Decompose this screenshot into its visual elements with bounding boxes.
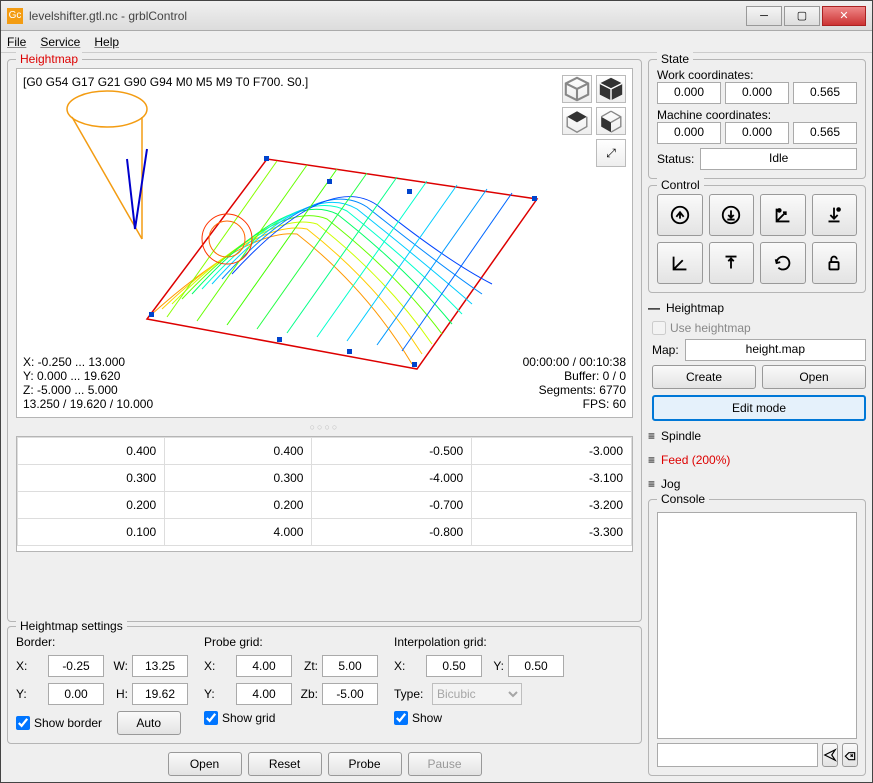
console-output[interactable]: [657, 512, 857, 739]
fit-view-button[interactable]: ⤢: [596, 139, 626, 167]
pause-button[interactable]: Pause: [408, 752, 482, 776]
table-row[interactable]: 0.1004.000-0.800-3.300: [18, 519, 632, 546]
work-x: 0.000: [657, 82, 721, 104]
collapse-icon[interactable]: ≡: [648, 477, 655, 491]
gcode-status-line: [G0 G54 G17 G21 G90 G94 M0 M5 M9 T0 F700…: [23, 75, 626, 89]
border-label: Border:: [16, 635, 188, 649]
use-heightmap-checkbox[interactable]: [652, 321, 666, 335]
home-button[interactable]: [657, 194, 703, 236]
3d-viewport[interactable]: [G0 G54 G17 G21 G90 G94 M0 M5 M9 T0 F700…: [16, 68, 633, 418]
z-probe-button[interactable]: [709, 194, 755, 236]
open-button[interactable]: Open: [168, 752, 242, 776]
work-coords-label: Work coordinates:: [657, 68, 857, 82]
table-row[interactable]: 0.2000.200-0.700-3.200: [18, 492, 632, 519]
border-w-input[interactable]: [132, 655, 188, 677]
view-iso-button[interactable]: [562, 75, 592, 103]
viewport-ranges: X: -0.250 ... 13.000 Y: 0.000 ... 19.620…: [23, 355, 153, 411]
create-map-button[interactable]: Create: [652, 365, 756, 389]
edit-mode-button[interactable]: Edit mode: [652, 395, 866, 421]
viewport-stats: 00:00:00 / 00:10:38 Buffer: 0 / 0 Segmen…: [523, 355, 626, 411]
status-value: Idle: [700, 148, 857, 170]
console-heading: Console: [657, 492, 709, 506]
show-interp-checkbox[interactable]: [394, 711, 408, 725]
auto-button[interactable]: Auto: [117, 711, 181, 735]
work-y: 0.000: [725, 82, 789, 104]
reset-button[interactable]: Reset: [248, 752, 322, 776]
view-iso-solid-button[interactable]: [596, 75, 626, 103]
interp-x-input[interactable]: [426, 655, 482, 677]
restore-origin-button[interactable]: [657, 242, 703, 284]
zero-xy-button[interactable]: [760, 194, 806, 236]
collapse-icon[interactable]: ≡: [648, 453, 655, 467]
menubar: File Service Help: [1, 31, 872, 53]
view-top-button[interactable]: [562, 107, 592, 135]
probe-x-input[interactable]: [236, 655, 292, 677]
interp-y-input[interactable]: [508, 655, 564, 677]
collapse-icon[interactable]: ≡: [648, 429, 655, 443]
interp-type-select[interactable]: Bicubic: [432, 683, 522, 705]
menu-service[interactable]: Service: [40, 35, 80, 49]
mach-x: 0.000: [657, 122, 721, 144]
probe-y-input[interactable]: [236, 683, 292, 705]
control-heading: Control: [657, 178, 704, 192]
heightmap-panel-heading: Heightmap: [666, 301, 724, 315]
interp-grid-label: Interpolation grid:: [394, 635, 564, 649]
menu-help[interactable]: Help: [94, 35, 119, 49]
probe-zt-input[interactable]: [322, 655, 378, 677]
border-x-input[interactable]: [48, 655, 104, 677]
mach-z: 0.565: [793, 122, 857, 144]
work-z: 0.565: [793, 82, 857, 104]
maximize-button[interactable]: ▢: [784, 6, 820, 26]
mach-y: 0.000: [725, 122, 789, 144]
table-row[interactable]: 0.3000.300-4.000-3.100: [18, 465, 632, 492]
border-h-input[interactable]: [132, 683, 188, 705]
safe-z-button[interactable]: [709, 242, 755, 284]
app-icon: Gc: [7, 8, 23, 24]
probe-button[interactable]: Probe: [328, 752, 402, 776]
probe-grid-label: Probe grid:: [204, 635, 378, 649]
settings-heading: Heightmap settings: [16, 619, 127, 633]
jog-heading[interactable]: Jog: [661, 477, 680, 491]
console-input[interactable]: [657, 743, 818, 767]
unlock-button[interactable]: [812, 242, 858, 284]
view-front-button[interactable]: [596, 107, 626, 135]
zero-z-button[interactable]: [812, 194, 858, 236]
titlebar: Gc levelshifter.gtl.nc - grblControl ─ ▢…: [1, 1, 872, 31]
table-row[interactable]: 0.4000.400-0.500-3.000: [18, 438, 632, 465]
close-button[interactable]: ✕: [822, 6, 866, 26]
splitter-handle[interactable]: ○○○○: [16, 422, 633, 432]
collapse-icon[interactable]: —: [648, 301, 660, 315]
show-border-checkbox[interactable]: [16, 716, 30, 730]
window-title: levelshifter.gtl.nc - grblControl: [29, 9, 744, 23]
heightmap-heading: Heightmap: [16, 52, 82, 66]
reset-grbl-button[interactable]: [760, 242, 806, 284]
state-heading: State: [657, 52, 693, 66]
map-field: height.map: [685, 339, 866, 361]
open-map-button[interactable]: Open: [762, 365, 866, 389]
show-grid-checkbox[interactable]: [204, 711, 218, 725]
status-label: Status:: [657, 152, 694, 166]
feed-heading[interactable]: Feed (200%): [661, 453, 730, 467]
send-command-button[interactable]: [822, 743, 838, 767]
minimize-button[interactable]: ─: [746, 6, 782, 26]
mach-coords-label: Machine coordinates:: [657, 108, 857, 122]
probe-zb-input[interactable]: [322, 683, 378, 705]
clear-console-button[interactable]: [842, 743, 858, 767]
heightmap-table[interactable]: 0.4000.400-0.500-3.0000.3000.300-4.000-3…: [16, 436, 633, 552]
border-y-input[interactable]: [48, 683, 104, 705]
menu-file[interactable]: File: [7, 35, 26, 49]
spindle-heading[interactable]: Spindle: [661, 429, 701, 443]
